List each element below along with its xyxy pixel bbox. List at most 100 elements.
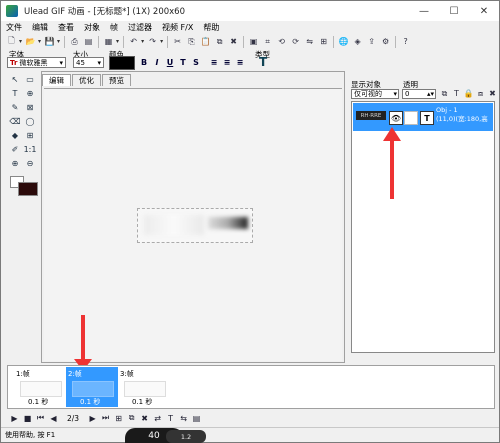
menu-object[interactable]: 对象 [79, 22, 105, 33]
menu-video-fx[interactable]: 视频 F/X [157, 22, 198, 33]
menu-view[interactable]: 查看 [53, 22, 79, 33]
brush-tool-icon[interactable]: ✐ [9, 143, 21, 155]
align-right-icon[interactable]: ≡ [235, 57, 245, 67]
object-icon[interactable]: ⧉ [439, 87, 450, 100]
display-objects-select[interactable]: 仅可视的 ▾ [351, 89, 399, 99]
crop-icon[interactable]: ⌗ [261, 35, 274, 48]
chevron-down-icon[interactable]: ▾ [141, 38, 144, 45]
duplicate-frame-icon[interactable]: ⧉ [126, 413, 137, 423]
align-left-icon[interactable]: ≡ [209, 57, 219, 67]
delete-object-icon[interactable]: ✖ [487, 87, 498, 100]
frame-delay[interactable]: 0.1 秒 [28, 397, 48, 407]
properties-icon[interactable]: ⊞ [317, 35, 330, 48]
marquee-tool-icon[interactable]: ▭ [24, 73, 36, 85]
stop-icon[interactable]: ■ [22, 414, 33, 423]
next-frame-icon[interactable]: ▶ [87, 414, 98, 423]
lasso-tool-icon[interactable]: ◯ [24, 115, 36, 127]
frame-thumbnail-selected[interactable]: 2:帧 0.1 秒 [66, 367, 118, 407]
menu-edit[interactable]: 编辑 [27, 22, 53, 33]
eyedropper-tool-icon[interactable]: ✎ [9, 101, 21, 113]
text-type-icon[interactable]: T [420, 111, 434, 125]
eye-icon[interactable]: 👁 [389, 111, 403, 125]
align-center-icon[interactable]: ≡ [222, 57, 232, 67]
first-frame-icon[interactable]: ⏮ [35, 413, 46, 423]
web-icon[interactable]: 🌐 [337, 35, 350, 48]
paint-bucket-tool-icon[interactable]: ◆ [9, 129, 21, 141]
export-icon[interactable]: ⇪ [365, 35, 378, 48]
color-picker[interactable] [109, 56, 135, 70]
menu-filter[interactable]: 过滤器 [123, 22, 157, 33]
maximize-button[interactable]: ☐ [439, 1, 469, 21]
transform-tool-icon[interactable]: ⊕ [24, 87, 36, 99]
lock-toggle[interactable] [404, 111, 418, 125]
menu-help[interactable]: 帮助 [198, 22, 224, 33]
zoom-out-tool-icon[interactable]: ⊖ [24, 157, 36, 169]
undo-icon[interactable]: ↶ [127, 35, 140, 48]
menu-file[interactable]: 文件 [1, 22, 27, 33]
save-icon[interactable]: 💾 [43, 35, 56, 48]
menu-frame[interactable]: 帧 [105, 22, 123, 33]
print-icon[interactable]: ⎙ [68, 35, 81, 48]
grid-tool-icon[interactable]: ⊞ [24, 129, 36, 141]
minimize-button[interactable]: — [409, 1, 439, 21]
delete-frame-icon[interactable]: ✖ [139, 414, 150, 423]
text-style-button[interactable]: T [178, 57, 188, 67]
frame-delay[interactable]: 0.1 秒 [80, 397, 100, 407]
context-help-icon[interactable]: ? [399, 35, 412, 48]
text-type-icon[interactable]: T [259, 55, 267, 69]
open-folder-icon[interactable]: 📂 [24, 35, 37, 48]
object-list[interactable]: RH·RRE 👁 T Obj - 1 (11,0)(宽:180,高 [351, 101, 495, 353]
tab-edit[interactable]: 编辑 [42, 74, 71, 86]
pointer-tool-icon[interactable]: ↖ [9, 73, 21, 85]
opacity-input[interactable]: 0 ▴▾ [402, 89, 436, 99]
close-button[interactable]: ✕ [469, 1, 499, 21]
eraser-tool-icon[interactable]: ⌫ [9, 115, 21, 127]
color-swatches[interactable] [9, 176, 39, 198]
add-frame-icon[interactable]: ⊞ [113, 414, 124, 423]
cut-icon[interactable]: ✂ [171, 35, 184, 48]
underline-button[interactable]: U [165, 57, 175, 67]
import-icon[interactable]: ▦ [102, 35, 115, 48]
image-size-icon[interactable]: ▣ [247, 35, 260, 48]
tab-preview[interactable]: 预览 [102, 74, 131, 86]
flip-icon[interactable]: ⇋ [303, 35, 316, 48]
frame-properties-icon[interactable]: ▤ [191, 414, 202, 423]
tab-optimize[interactable]: 优化 [72, 74, 101, 86]
merge-icon[interactable]: ⧈ [475, 87, 486, 100]
gif-image[interactable] [137, 208, 253, 243]
text-object-icon[interactable]: T [451, 87, 462, 100]
chevron-down-icon[interactable]: ▾ [19, 38, 22, 45]
zoom-in-tool-icon[interactable]: ⊕ [9, 157, 21, 169]
font-select[interactable]: Tr 微软雅黑 ▾ [7, 57, 66, 68]
settings-icon[interactable]: ⚙ [379, 35, 392, 48]
editing-canvas[interactable] [44, 88, 342, 361]
crop-tool-icon[interactable]: ⊠ [24, 101, 36, 113]
reverse-icon[interactable]: ⇆ [178, 414, 189, 423]
duplicate-icon[interactable]: ⧉ [213, 35, 226, 48]
rotate-left-icon[interactable]: ⟲ [275, 35, 288, 48]
foreground-color-swatch[interactable] [18, 182, 38, 196]
print-preview-icon[interactable]: ▤ [82, 35, 95, 48]
new-file-icon[interactable]: 🗋 [5, 35, 18, 48]
play-icon[interactable]: ▶ [9, 414, 20, 423]
frame-thumbnail[interactable]: 1:帧 0.1 秒 [14, 367, 66, 407]
redo-icon[interactable]: ↷ [146, 35, 159, 48]
chevron-down-icon[interactable]: ▾ [57, 38, 60, 45]
object-row[interactable]: RH·RRE 👁 T Obj - 1 (11,0)(宽:180,高 [353, 103, 493, 131]
size-select[interactable]: 45 ▾ [73, 57, 104, 68]
actual-size-tool-icon[interactable]: 1:1 [24, 143, 37, 155]
paste-icon[interactable]: 📋 [199, 35, 212, 48]
italic-button[interactable]: I [152, 57, 162, 67]
delete-icon[interactable]: ✖ [227, 35, 240, 48]
text-banner-icon[interactable]: T [165, 414, 176, 423]
chevron-down-icon[interactable]: ▾ [116, 38, 119, 45]
chevron-down-icon[interactable]: ▾ [160, 38, 163, 45]
lock-icon[interactable]: 🔒 [463, 87, 474, 100]
tween-icon[interactable]: ⇄ [152, 414, 163, 423]
copy-icon[interactable]: ⎘ [185, 35, 198, 48]
chevron-down-icon[interactable]: ▾ [38, 38, 41, 45]
frame-thumbnail[interactable]: 3:帧 0.1 秒 [118, 367, 170, 407]
frame-delay[interactable]: 0.1 秒 [132, 397, 152, 407]
text-tool-icon[interactable]: T [9, 87, 21, 99]
bold-button[interactable]: B [139, 57, 149, 67]
